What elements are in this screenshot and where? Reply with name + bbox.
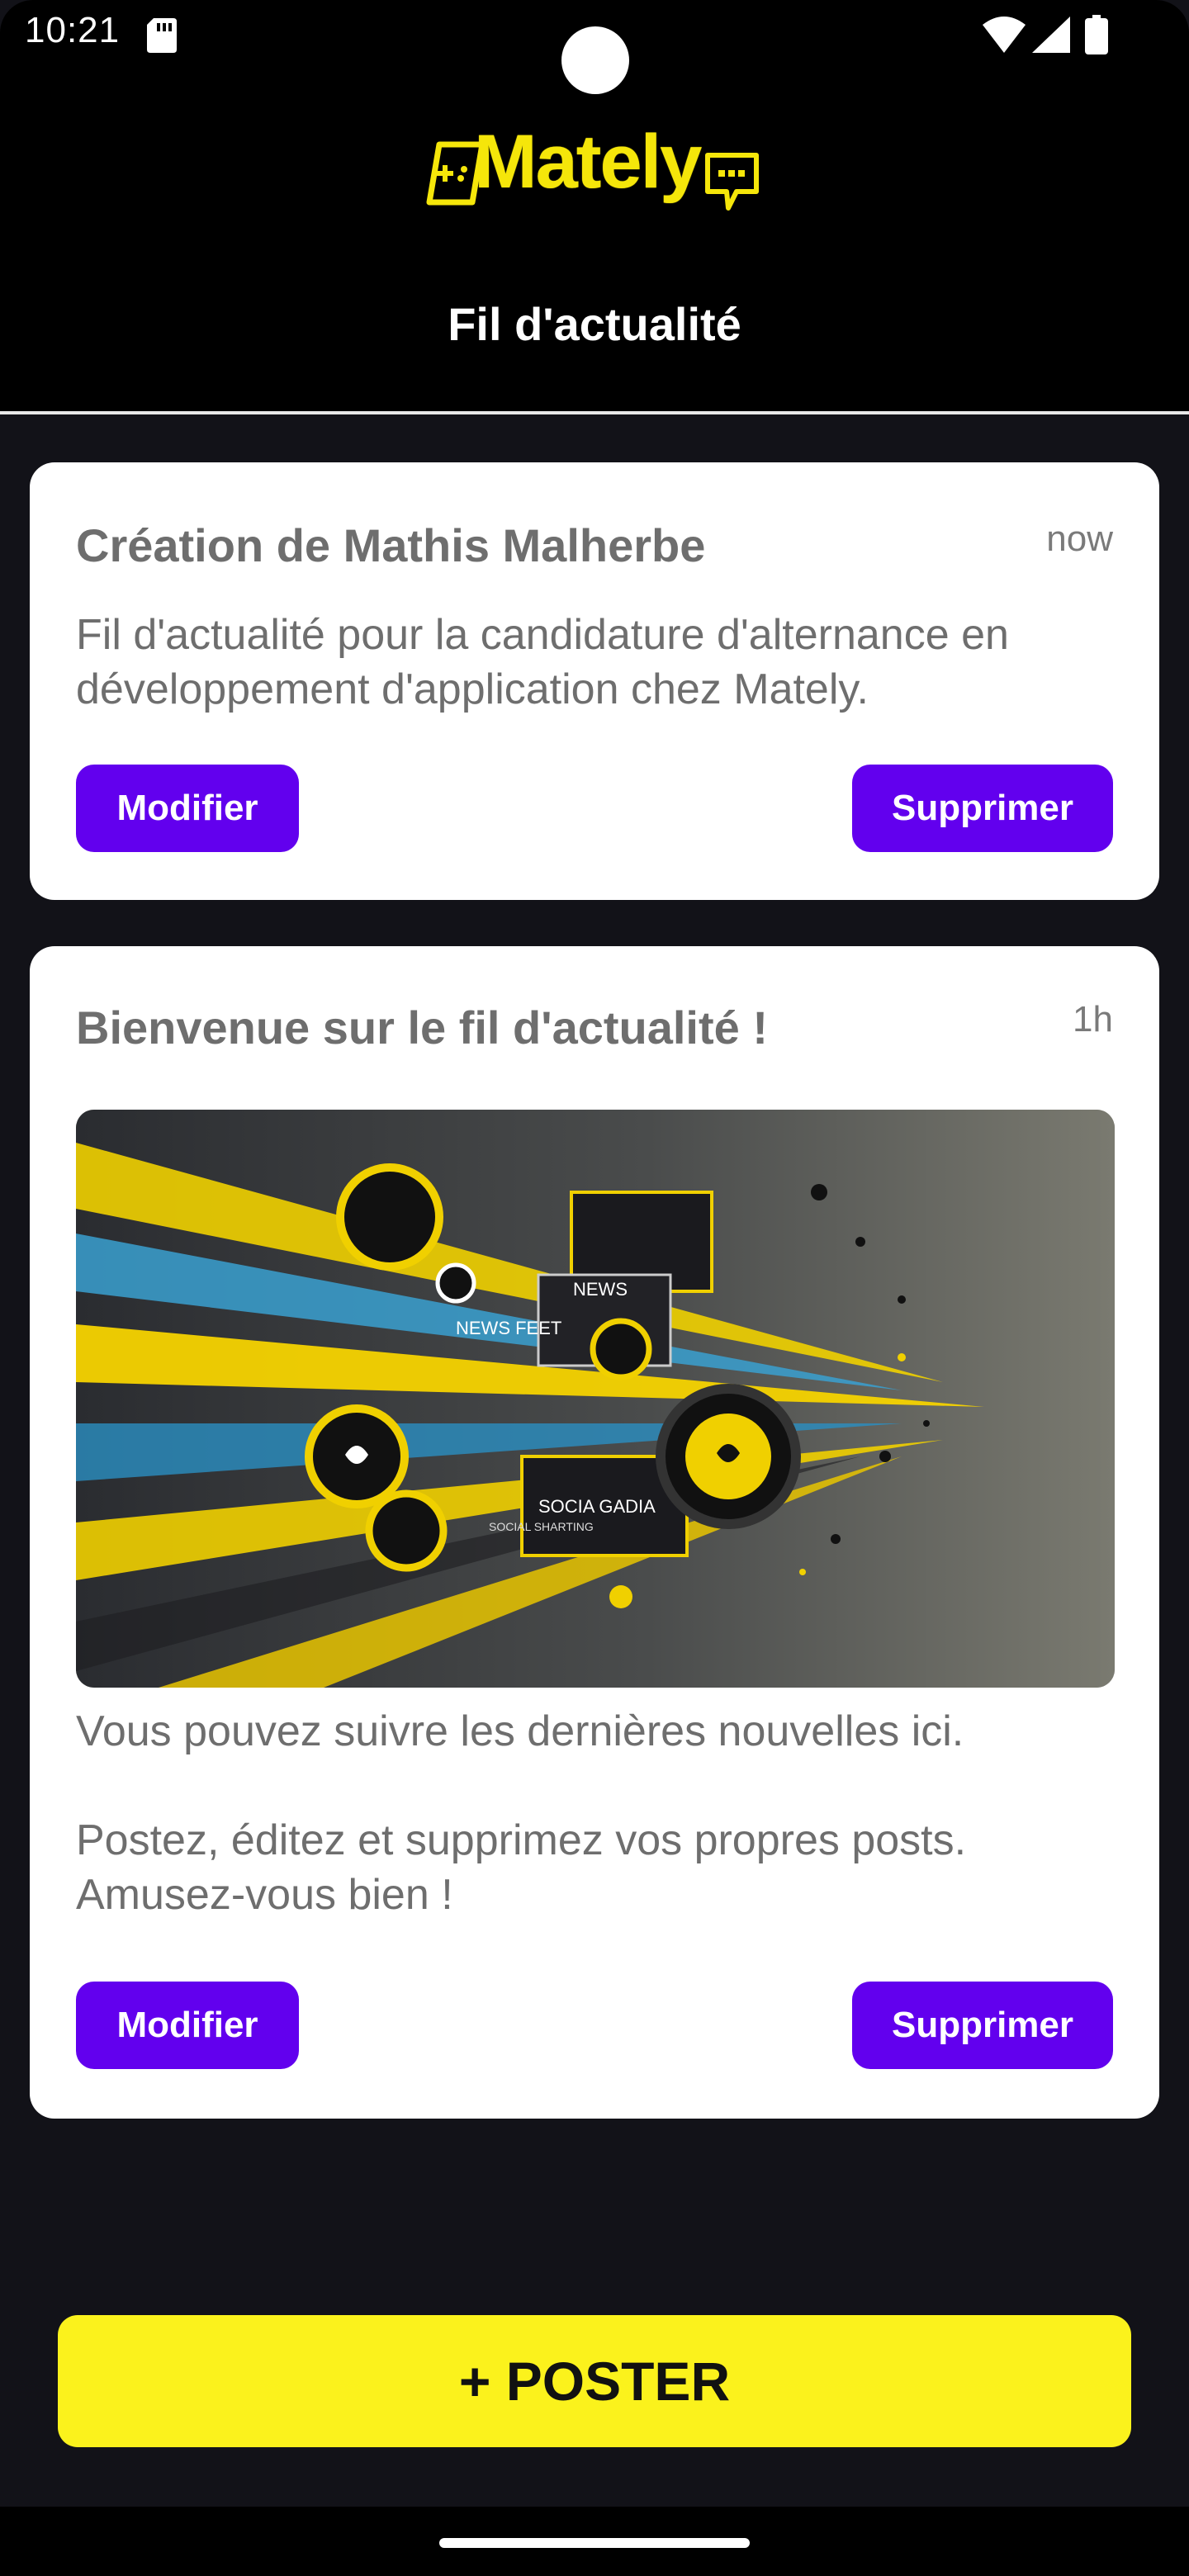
delete-button[interactable]: Supprimer — [852, 765, 1113, 852]
post-title: Création de Mathis Malherbe — [76, 519, 706, 571]
screen: Mately Fil d'actualité 10:21 Création de… — [0, 0, 1189, 2576]
post-body: Fil d'actualité pour la candidature d'al… — [76, 611, 1009, 713]
edit-button[interactable]: Modifier — [76, 765, 299, 852]
status-time: 10:21 — [25, 10, 121, 50]
edit-button[interactable]: Modifier — [76, 1982, 299, 2069]
news-image-text: NEWS — [573, 1279, 628, 1300]
camera-cutout — [561, 26, 629, 94]
post-card: Bienvenue sur le fil d'actualité ! 1h NE… — [30, 946, 1159, 2119]
post-card: Création de Mathis Malherbe now Fil d'ac… — [30, 462, 1159, 900]
poster-button[interactable]: + POSTER — [58, 2315, 1131, 2447]
post-time: now — [1046, 519, 1113, 559]
post-body: Vous pouvez suivre les dernières nouvell… — [76, 1707, 964, 1755]
post-title: Bienvenue sur le fil d'actualité ! — [76, 1002, 768, 1054]
sd-card-icon — [147, 18, 177, 53]
logo-text: Mately — [474, 120, 702, 204]
mately-logo: Mately — [424, 120, 763, 223]
socia-gadia-image-text: SOCIA GADIA — [538, 1496, 656, 1517]
wifi-icon — [983, 17, 1026, 53]
news-feed-illustration: NEWS NEWS FEET SOCIA GADIA SOCIAL SHARTI… — [76, 1110, 1115, 1688]
header-divider — [0, 411, 1189, 414]
delete-button[interactable]: Supprimer — [852, 1982, 1113, 2069]
chat-bubble-icon — [705, 153, 759, 211]
home-indicator[interactable] — [439, 2538, 750, 2548]
page-title: Fil d'actualité — [448, 298, 741, 350]
signal-icon — [1032, 17, 1070, 53]
social-sharting-image-text: SOCIAL SHARTING — [489, 1520, 594, 1533]
status-bar: 10:21 — [0, 0, 1189, 94]
post-body-secondary: Postez, éditez et supprimez vos propres … — [76, 1816, 967, 1919]
post-image: NEWS NEWS FEET SOCIA GADIA SOCIAL SHARTI… — [76, 1110, 1115, 1688]
news-feet-image-text: NEWS FEET — [456, 1318, 561, 1338]
battery-icon — [1085, 15, 1108, 54]
post-time: 1h — [1073, 999, 1113, 1039]
